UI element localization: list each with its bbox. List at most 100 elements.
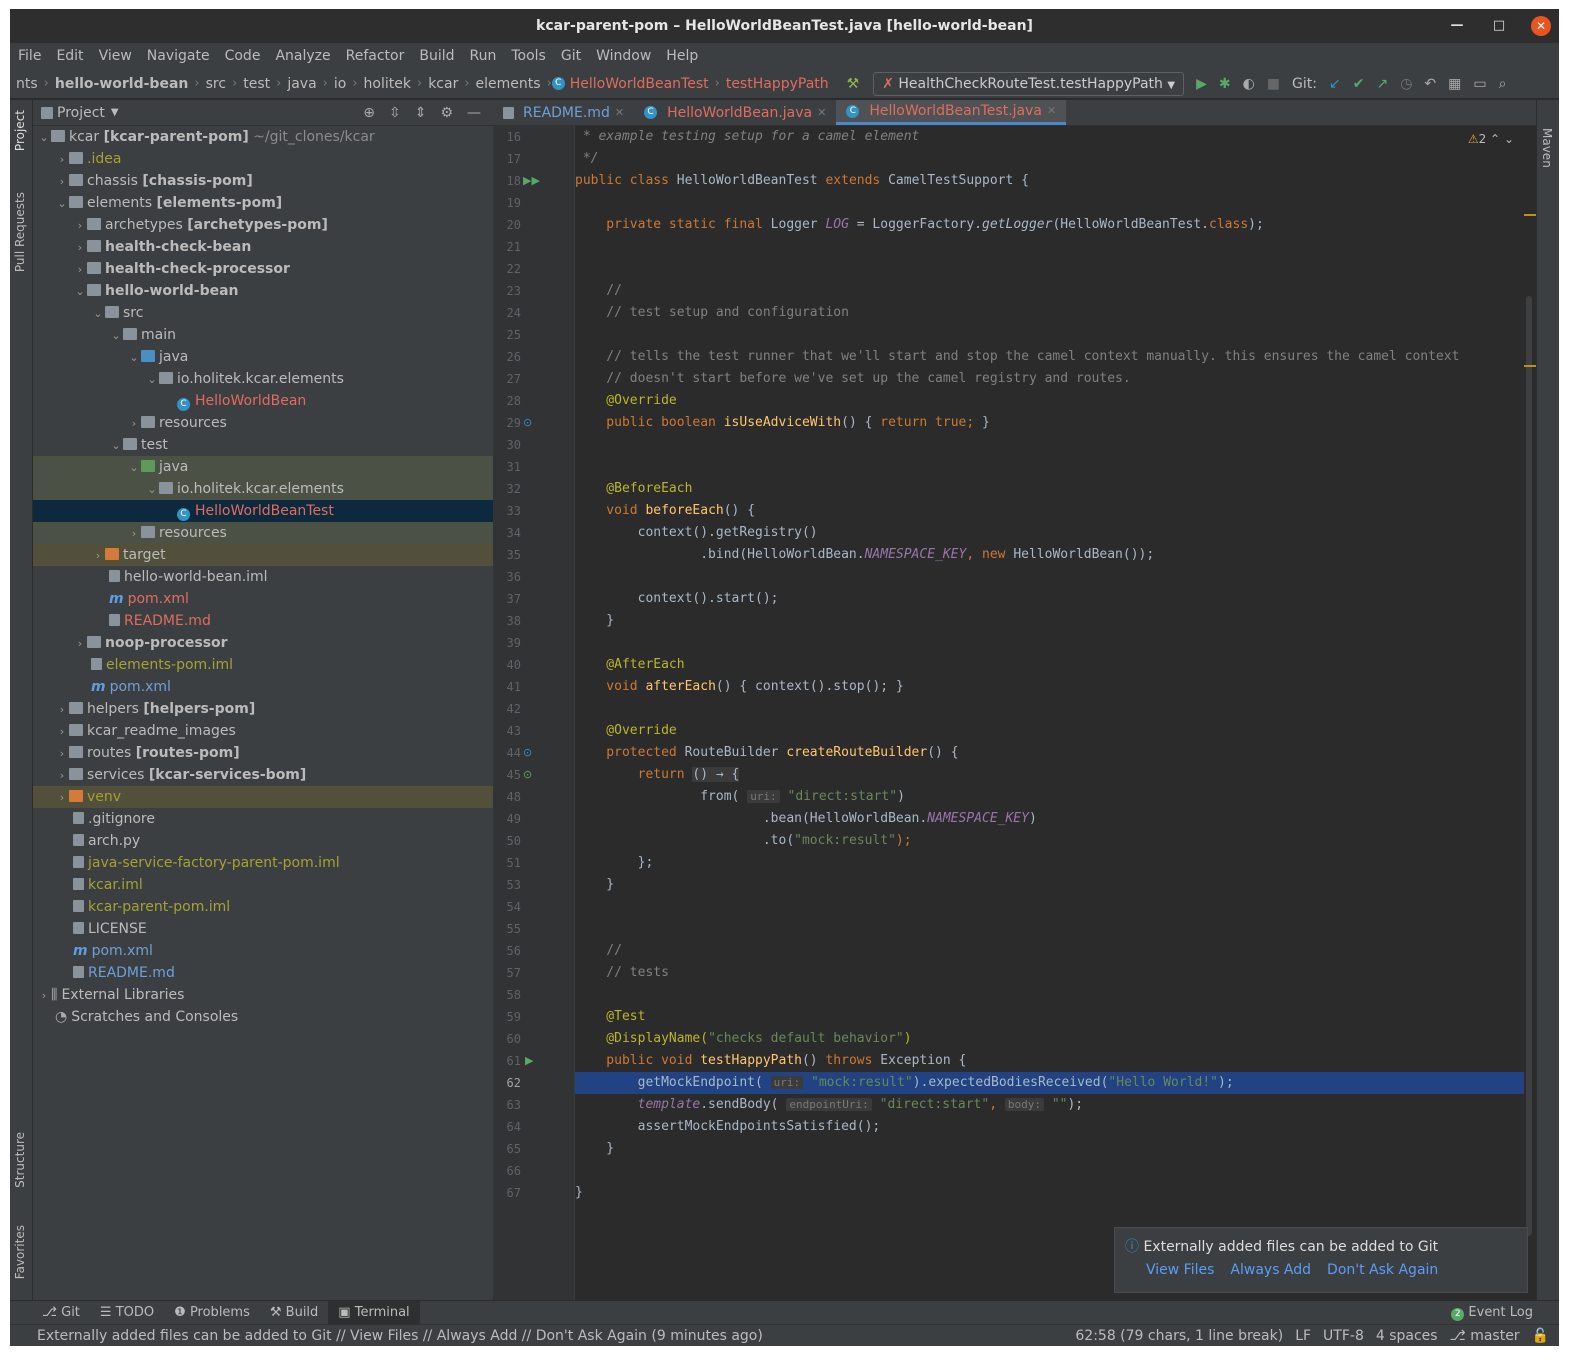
git-tool-button[interactable]: ⎇ Git (32, 1301, 90, 1325)
todo-tool-button[interactable]: ☰ TODO (90, 1301, 164, 1325)
locate-icon[interactable]: ⊕ (363, 105, 375, 121)
tree-item[interactable]: ⌄ hello-world-bean (33, 280, 493, 302)
tree-item[interactable]: ⌄ kcar [kcar-parent-pom] ~/git_clones/kca… (33, 126, 493, 148)
tree-item[interactable]: › chassis [chassis-pom] (33, 170, 493, 192)
tree-item[interactable]: kcar-parent-pom.iml (33, 896, 493, 918)
tree-item-selected[interactable]: C HelloWorldBeanTest (33, 500, 493, 522)
hide-icon[interactable]: — (467, 105, 481, 121)
tab-hello-world-bean-test[interactable]: C HelloWorldBeanTest.java ✕ (836, 100, 1067, 125)
git-update-icon[interactable]: ↙ (1329, 76, 1341, 92)
override-icon[interactable]: ⊙ (523, 746, 532, 759)
run-test-icon[interactable]: ▶ (525, 1054, 533, 1067)
menu-analyze[interactable]: Analyze (275, 48, 330, 64)
structure-tool-button[interactable]: Structure (13, 1132, 27, 1188)
hammer-icon[interactable]: ⚒ (847, 76, 860, 92)
favorites-tool-button[interactable]: Favorites (13, 1225, 27, 1279)
dont-ask-again-link[interactable]: Don't Ask Again (1327, 1262, 1438, 1278)
run-icon[interactable]: ▶ (1196, 76, 1207, 92)
file-encoding[interactable]: UTF-8 (1323, 1328, 1364, 1344)
caret-position[interactable]: 62:58 (79 chars, 1 line break) (1075, 1328, 1283, 1344)
chevron-down-icon[interactable]: ▼ (111, 107, 119, 118)
menu-refactor[interactable]: Refactor (346, 48, 405, 64)
always-add-link[interactable]: Always Add (1230, 1262, 1311, 1278)
close-icon[interactable]: ✕ (1531, 16, 1551, 36)
minimize-icon[interactable]: — (1447, 16, 1467, 36)
tree-item[interactable]: › noop-processor (33, 632, 493, 654)
menu-code[interactable]: Code (225, 48, 261, 64)
history-icon[interactable]: ◷ (1400, 76, 1412, 92)
tree-item[interactable]: C HelloWorldBean (33, 390, 493, 412)
status-message[interactable]: Externally added files can be added to G… (37, 1328, 763, 1344)
tree-item[interactable]: ⌄ elements [elements-pom] (33, 192, 493, 214)
menu-run[interactable]: Run (470, 48, 497, 64)
gear-icon[interactable]: ⚙ (440, 105, 453, 121)
maven-tool-button[interactable]: Maven (1540, 128, 1554, 168)
terminal-tool-button[interactable]: ▣ Terminal (328, 1300, 420, 1325)
stop-icon[interactable]: ■ (1267, 76, 1280, 92)
tree-item[interactable]: m pom.xml (33, 588, 493, 610)
tree-item[interactable]: ◔ Scratches and Consoles (33, 1006, 493, 1028)
tree-item[interactable]: › venv (33, 786, 493, 808)
tree-item[interactable]: › helpers [helpers-pom] (33, 698, 493, 720)
breadcrumb-item[interactable]: src (200, 76, 232, 92)
breadcrumb-class[interactable]: HelloWorldBeanTest (570, 76, 715, 92)
layout-icon[interactable]: ▭ (1473, 76, 1486, 92)
maximize-icon[interactable]: □ (1489, 16, 1509, 36)
breadcrumb-item[interactable]: test (237, 76, 276, 92)
tree-item[interactable]: › kcar_readme_images (33, 720, 493, 742)
tree-item[interactable]: ⌄ main (33, 324, 493, 346)
menu-file[interactable]: File (18, 48, 41, 64)
inspection-widget[interactable]: ⚠2 ⌃ ⌄ (1468, 132, 1514, 146)
expand-all-icon[interactable]: ⇳ (389, 105, 401, 121)
tree-item[interactable]: hello-world-bean.iml (33, 566, 493, 588)
run-configuration-select[interactable]: ✗ HealthCheckRouteTest.testHappyPath ▼ (873, 71, 1185, 96)
breadcrumb-item[interactable]: nts (10, 76, 44, 92)
coverage-icon[interactable]: ◐ (1243, 76, 1255, 92)
tree-item[interactable]: ⌄ test (33, 434, 493, 456)
tree-item[interactable]: m pom.xml (33, 676, 493, 698)
tree-item[interactable]: › target (33, 544, 493, 566)
rollback-icon[interactable]: ↶ (1424, 76, 1436, 92)
tree-item[interactable]: › health-check-bean (33, 236, 493, 258)
override-icon[interactable]: ⊙ (523, 416, 532, 429)
tree-item[interactable]: › archetypes [archetypes-pom] (33, 214, 493, 236)
project-tool-button[interactable]: Project (13, 110, 27, 151)
chevron-down-icon[interactable]: ⌄ (1504, 132, 1514, 146)
build-tool-button[interactable]: ⚒ Build (260, 1301, 328, 1325)
problems-tool-button[interactable]: ❶ Problems (164, 1301, 260, 1325)
tree-item[interactable]: LICENSE (33, 918, 493, 940)
git-push-icon[interactable]: ↗ (1376, 76, 1388, 92)
menu-help[interactable]: Help (666, 48, 698, 64)
breadcrumb-method[interactable]: testHappyPath (720, 76, 835, 92)
implemented-icon[interactable]: ⊙ (523, 768, 532, 781)
tree-item[interactable]: ⌄ src (33, 302, 493, 324)
tree-item[interactable]: elements-pom.iml (33, 654, 493, 676)
breadcrumb-item[interactable]: java (281, 76, 322, 92)
tree-item[interactable]: › resources (33, 522, 493, 544)
project-structure-icon[interactable]: ▦ (1448, 76, 1461, 92)
tree-item[interactable]: › services [kcar-services-bom] (33, 764, 493, 786)
debug-icon[interactable]: ✱ (1219, 76, 1231, 92)
git-commit-icon[interactable]: ✔ (1353, 76, 1365, 92)
tree-item[interactable]: › routes [routes-pom] (33, 742, 493, 764)
event-log-button[interactable]: 2 Event Log (1441, 1301, 1543, 1325)
tree-item[interactable]: › resources (33, 412, 493, 434)
menu-view[interactable]: View (99, 48, 132, 64)
pull-requests-tool-button[interactable]: Pull Requests (13, 192, 27, 272)
menu-edit[interactable]: Edit (56, 48, 83, 64)
menu-git[interactable]: Git (561, 48, 581, 64)
menu-window[interactable]: Window (596, 48, 651, 64)
tree-item[interactable]: .gitignore (33, 808, 493, 830)
tree-item[interactable]: › ⫼ External Libraries (33, 984, 493, 1006)
tree-item[interactable]: arch.py (33, 830, 493, 852)
menu-tools[interactable]: Tools (511, 48, 546, 64)
tree-item[interactable]: m pom.xml (33, 940, 493, 962)
tree-item[interactable]: java-service-factory-parent-pom.iml (33, 852, 493, 874)
tree-item[interactable]: ⌄ io.holitek.kcar.elements (33, 368, 493, 390)
tree-item[interactable]: README.md (33, 962, 493, 984)
indent-setting[interactable]: 4 spaces (1376, 1328, 1438, 1344)
editor-scrollbar[interactable] (1524, 126, 1536, 1300)
git-branch[interactable]: ⎇ master (1450, 1328, 1520, 1344)
tab-hello-world-bean[interactable]: C HelloWorldBean.java ✕ (634, 100, 836, 125)
scrollbar-thumb[interactable] (1526, 296, 1532, 1236)
